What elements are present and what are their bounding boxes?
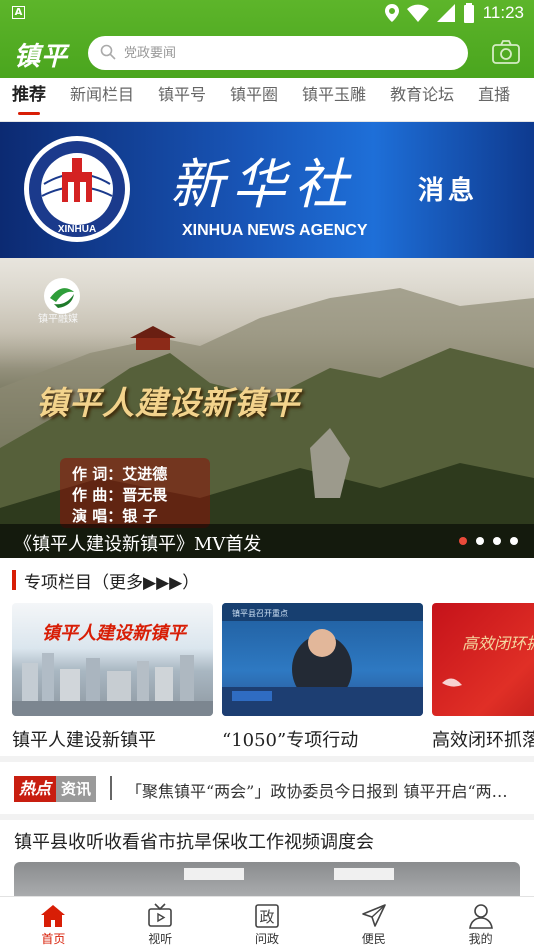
hot-news-ticker[interactable]: 热点 资讯 「聚焦镇平“两会”」政协委员今日报到 镇平开启“两会时间” <box>0 762 534 814</box>
ceiling-light <box>334 868 394 880</box>
battery-icon <box>463 3 474 23</box>
carousel-caption: 《镇平人建设新镇平》MV首发 <box>14 534 262 555</box>
nav-services[interactable]: 便民 <box>320 897 427 950</box>
tab-zhenping-account[interactable]: 镇平号 <box>146 78 218 121</box>
app-bar: 镇平 <box>0 28 534 78</box>
search-box[interactable] <box>88 36 468 70</box>
ceiling-light <box>184 868 244 880</box>
signal-icon <box>436 4 455 22</box>
tab-recommend[interactable]: 推荐 <box>0 78 58 121</box>
card-label: “1050”专项行动 <box>222 730 359 751</box>
carousel-indicator[interactable] <box>459 537 518 545</box>
nav-label: 问政 <box>254 932 279 946</box>
nav-mine[interactable]: 我的 <box>427 897 534 950</box>
zhenping-media-label: 镇平融媒 <box>38 314 78 325</box>
nav-label: 我的 <box>468 932 493 946</box>
camera-icon[interactable] <box>492 40 520 64</box>
header: A 11:23 镇平 <box>0 0 534 78</box>
card-label: 高效闭环抓落实 <box>432 730 534 751</box>
card-image: 高效闭环抓落实 <box>432 603 534 716</box>
channel-tabs: 推荐 新闻栏目 镇平号 镇平圈 镇平玉雕 教育论坛 直播 <box>0 78 534 122</box>
nav-label: 便民 <box>361 932 386 946</box>
wifi-icon <box>406 4 429 22</box>
person-icon <box>468 904 493 929</box>
hot-news-headline[interactable]: 「聚焦镇平“两会”」政协委员今日报到 镇平开启“两会时间” <box>126 778 516 802</box>
news-headline[interactable]: 镇平县收听收看省市抗旱保收工作视频调度会 <box>14 828 374 854</box>
xinhua-english: XINHUA NEWS AGENCY <box>182 222 368 239</box>
zheng-icon: 政 <box>255 904 279 928</box>
notification-icon: A <box>12 6 25 19</box>
divider <box>0 814 534 820</box>
carousel-dot[interactable] <box>476 537 484 545</box>
nav-media[interactable]: 视听 <box>107 897 214 950</box>
zheng-glyph: 政 <box>259 908 274 926</box>
app-screen: A 11:23 镇平 推荐 新闻栏目 镇平号 镇平圈 镇平玉雕 教育论坛 直播 <box>0 0 534 950</box>
tab-education-forum[interactable]: 教育论坛 <box>378 78 466 121</box>
bottom-nav: 首页 视听 政 问政 便民 我的 <box>0 896 534 950</box>
clock: 11:23 <box>482 3 524 22</box>
xinhua-banner[interactable]: XINHUA 新华社 消息 XINHUA NEWS AGENCY <box>0 122 534 258</box>
special-cards: 镇平人建设新镇平 镇平人建设新镇平 镇平县召开重点 “1050”专项行动 高效闭… <box>12 603 534 753</box>
send-icon <box>361 904 386 927</box>
search-input[interactable] <box>124 36 454 70</box>
card-image: 镇平人建设新镇平 <box>12 603 213 716</box>
special-section-title[interactable]: 专项栏目（更多▶▶▶） <box>24 568 199 593</box>
xinhua-subtitle: 消息 <box>418 176 479 206</box>
nav-home[interactable]: 首页 <box>0 897 107 950</box>
tab-live[interactable]: 直播 <box>466 78 522 121</box>
special-card[interactable]: 镇平县召开重点 “1050”专项行动 <box>222 603 423 753</box>
special-card[interactable]: 高效闭环抓落实 高效闭环抓落实 <box>432 603 534 753</box>
card-image-text: 镇平县召开重点 <box>232 608 288 618</box>
divider <box>110 776 112 800</box>
meeting-image: 镇平县召开重点 <box>222 603 423 716</box>
carousel-dot[interactable] <box>459 537 467 545</box>
card-image-text: 高效闭环抓落实 <box>462 634 534 653</box>
app-logo: 镇平 <box>14 42 69 72</box>
slogan-image: 高效闭环抓落实 <box>442 634 534 687</box>
tab-news-columns[interactable]: 新闻栏目 <box>58 78 146 121</box>
xinhua-title: 新华社 <box>170 153 356 216</box>
tv-icon <box>148 903 172 927</box>
special-card[interactable]: 镇平人建设新镇平 镇平人建设新镇平 <box>12 603 213 753</box>
xinhua-emblem-icon: XINHUA <box>24 136 130 242</box>
nav-politics[interactable]: 政 问政 <box>214 897 321 950</box>
composer: 作 曲：晋无畏 <box>72 486 168 504</box>
status-icons: 11:23 <box>384 3 524 23</box>
carousel-banner[interactable]: 镇平融媒 镇平人建设新镇平 作 词：艾进德 作 曲：晋无畏 演 唱：银 子 《镇… <box>0 258 534 558</box>
mv-credits: 作 词：艾进德 作 曲：晋无畏 演 唱：银 子 <box>72 464 167 527</box>
nav-label: 视听 <box>148 932 173 946</box>
card-image: 镇平县召开重点 <box>222 603 423 716</box>
tab-zhenping-circle[interactable]: 镇平圈 <box>218 78 290 121</box>
hot-news-badge: 热点 资讯 <box>14 776 96 802</box>
nav-label: 首页 <box>41 932 66 946</box>
status-bar: A 11:23 <box>0 0 534 28</box>
home-icon <box>41 905 66 927</box>
section-marker <box>12 570 16 590</box>
search-icon <box>100 44 116 60</box>
emblem-text: XINHUA <box>58 224 96 235</box>
mv-title: 镇平人建设新镇平 <box>36 384 301 422</box>
city-skyline-image: 镇平人建设新镇平 <box>12 623 213 716</box>
tab-jade-carving[interactable]: 镇平玉雕 <box>290 78 378 121</box>
card-image-text: 镇平人建设新镇平 <box>42 623 188 644</box>
news-badge-label: 资讯 <box>56 776 96 802</box>
location-icon <box>384 4 399 22</box>
lyricist: 作 词：艾进德 <box>72 465 168 483</box>
card-label: 镇平人建设新镇平 <box>12 730 156 751</box>
carousel-dot[interactable] <box>510 537 518 545</box>
hot-badge-label: 热点 <box>14 776 56 802</box>
carousel-caption-bar: 《镇平人建设新镇平》MV首发 <box>0 524 534 558</box>
carousel-dot[interactable] <box>493 537 501 545</box>
special-section-header[interactable]: 专项栏目（更多▶▶▶） <box>0 566 534 596</box>
